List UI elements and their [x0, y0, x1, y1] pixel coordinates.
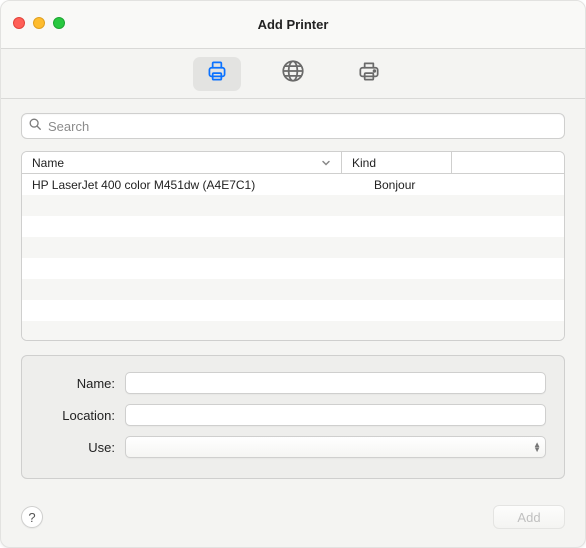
use-select[interactable]: ▲▼ [125, 436, 546, 458]
search-field[interactable] [21, 113, 565, 139]
table-row [22, 321, 564, 340]
zoom-window-button[interactable] [53, 17, 65, 29]
table-row [22, 279, 564, 300]
printer-icon [204, 58, 230, 89]
search-icon [28, 117, 42, 136]
location-input[interactable] [125, 404, 546, 426]
titlebar: Add Printer [1, 1, 585, 49]
minimize-window-button[interactable] [33, 17, 45, 29]
chevron-down-icon [321, 158, 331, 168]
cell-name: HP LaserJet 400 color M451dw (A4E7C1) [22, 178, 342, 192]
column-header-name-label: Name [32, 156, 64, 170]
add-button[interactable]: Add [493, 505, 565, 529]
label-use: Use: [30, 440, 125, 455]
table-row [22, 237, 564, 258]
printer-table: Name Kind HP LaserJet 400 color M451dw (… [21, 151, 565, 341]
body: Name Kind HP LaserJet 400 color M451dw (… [1, 99, 585, 547]
help-button[interactable]: ? [21, 506, 43, 528]
table-row [22, 300, 564, 321]
detail-section: Name: Location: Use: ▲▼ [21, 355, 565, 479]
close-window-button[interactable] [13, 17, 25, 29]
column-header-name[interactable]: Name [22, 152, 342, 173]
name-input[interactable] [125, 372, 546, 394]
table-row[interactable]: HP LaserJet 400 color M451dw (A4E7C1) Bo… [22, 174, 564, 195]
tab-default[interactable] [193, 57, 241, 91]
table-body: HP LaserJet 400 color M451dw (A4E7C1) Bo… [22, 174, 564, 340]
cell-kind: Bonjour [342, 178, 452, 192]
table-row [22, 216, 564, 237]
column-header-kind-label: Kind [352, 156, 376, 170]
help-icon: ? [28, 510, 35, 525]
label-location: Location: [30, 408, 125, 423]
tab-bar [1, 49, 585, 99]
table-row [22, 195, 564, 216]
label-name: Name: [30, 376, 125, 391]
tab-ip[interactable] [269, 57, 317, 91]
traffic-lights [13, 17, 65, 29]
globe-icon [280, 58, 306, 89]
updown-icon: ▲▼ [533, 442, 541, 452]
add-button-label: Add [517, 510, 540, 525]
footer: ? Add [21, 505, 565, 529]
column-header-spacer [452, 152, 564, 173]
column-header-kind[interactable]: Kind [342, 152, 452, 173]
advanced-printer-icon [356, 58, 382, 89]
add-printer-window: Add Printer [0, 0, 586, 548]
tab-windows[interactable] [345, 57, 393, 91]
table-row [22, 258, 564, 279]
table-header: Name Kind [22, 152, 564, 174]
search-input[interactable] [42, 118, 558, 135]
window-title: Add Printer [1, 17, 585, 32]
